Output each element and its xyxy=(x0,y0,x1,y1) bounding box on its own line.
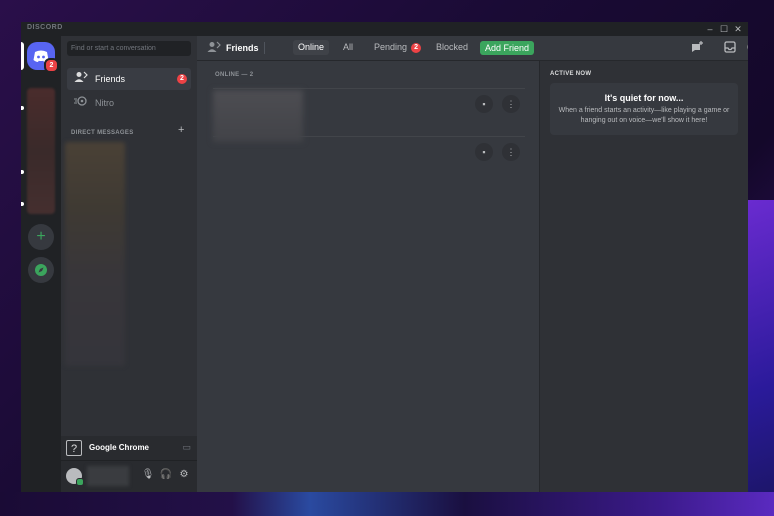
discord-window: DISCORD – ☐ ✕ 2 + Find or start a conver… xyxy=(21,22,748,492)
server-rail: 2 + xyxy=(21,36,61,492)
more-options-icon[interactable]: ⋮ xyxy=(502,143,520,161)
page-title: Friends xyxy=(226,43,259,53)
active-now-header: ACTIVE NOW xyxy=(550,71,592,77)
online-count-header: ONLINE — 2 xyxy=(215,72,254,78)
search-input[interactable]: Find or start a conversation xyxy=(67,41,191,56)
divider xyxy=(264,42,265,54)
add-server-button[interactable]: + xyxy=(28,224,54,250)
active-now-description: When a friend starts an activity—like pl… xyxy=(558,107,730,124)
message-icon[interactable]: ▪ xyxy=(475,95,493,113)
home-notification-badge: 2 xyxy=(44,58,59,73)
message-icon[interactable]: ▪ xyxy=(475,143,493,161)
sidebar-item-label: Nitro xyxy=(95,98,115,108)
plus-icon: + xyxy=(178,124,185,136)
unknown-game-icon: ? xyxy=(66,440,82,456)
tab-blocked[interactable]: Blocked xyxy=(431,40,473,55)
add-friend-button[interactable]: Add Friend xyxy=(480,41,535,55)
friends-toolbar: Friends Online All Pending 2 Blocked Add … xyxy=(197,36,748,61)
tab-label: Pending xyxy=(374,42,408,52)
username-blurred xyxy=(87,466,129,486)
inbox-icon[interactable] xyxy=(723,41,737,56)
active-now-title: It's quiet for now... xyxy=(604,93,684,103)
explore-servers-button[interactable] xyxy=(28,257,54,283)
close-button[interactable]: ✕ xyxy=(732,23,744,35)
desktop-wallpaper-accent xyxy=(748,200,774,516)
main-content: Friends Online All Pending 2 Blocked Add … xyxy=(197,36,748,492)
selected-indicator xyxy=(21,42,24,70)
nitro-icon xyxy=(73,92,89,114)
activity-name: Google Chrome xyxy=(89,443,150,452)
tab-pending[interactable]: Pending 2 xyxy=(369,40,426,55)
maximize-button[interactable]: ☐ xyxy=(718,23,730,35)
minimize-button[interactable]: – xyxy=(704,23,716,35)
unread-indicator xyxy=(21,202,24,206)
create-dm-button[interactable]: + xyxy=(178,124,184,136)
desktop-wallpaper-bottom xyxy=(0,492,774,516)
unread-indicator xyxy=(21,106,24,110)
headphones-icon[interactable]: 🎧 xyxy=(159,469,173,480)
friend-avatars-blurred xyxy=(213,90,303,142)
friends-icon xyxy=(207,41,221,56)
dm-sidebar: Find or start a conversation Friends 2 N… xyxy=(61,36,197,492)
dm-list-blurred[interactable] xyxy=(65,142,125,366)
server-icons-blurred[interactable] xyxy=(27,88,55,214)
active-now-panel: ACTIVE NOW It's quiet for now... When a … xyxy=(540,61,748,492)
pending-badge: 2 xyxy=(411,43,422,53)
plus-icon: + xyxy=(36,228,46,245)
gear-icon[interactable]: ⚙ xyxy=(177,469,191,480)
tab-online[interactable]: Online xyxy=(293,40,330,55)
activity-panel: ? Google Chrome ▭ xyxy=(61,436,197,461)
new-group-dm-icon[interactable] xyxy=(690,41,704,56)
screen-share-icon[interactable]: ▭ xyxy=(182,442,191,453)
user-panel: 🎙 🎧 ⚙ xyxy=(61,461,197,492)
sidebar-item-label: Friends xyxy=(95,74,126,84)
friends-icon xyxy=(73,68,89,90)
home-button[interactable]: 2 xyxy=(27,42,59,73)
help-icon[interactable]: ? xyxy=(746,41,748,56)
online-status-dot xyxy=(76,478,84,486)
app-name: DISCORD xyxy=(27,24,63,31)
microphone-icon[interactable]: 🎙 xyxy=(141,469,155,480)
friends-badge: 2 xyxy=(177,74,187,84)
more-options-icon[interactable]: ⋮ xyxy=(502,95,520,113)
avatar[interactable] xyxy=(66,468,84,486)
title-bar: DISCORD – ☐ ✕ xyxy=(21,22,748,36)
direct-messages-header: DIRECT MESSAGES xyxy=(71,130,134,136)
unread-indicator xyxy=(21,170,24,174)
sidebar-item-friends[interactable]: Friends 2 xyxy=(67,68,191,90)
sidebar-item-nitro[interactable]: Nitro xyxy=(67,92,191,114)
tab-all[interactable]: All xyxy=(338,40,358,55)
compass-icon xyxy=(35,264,47,276)
active-now-card: It's quiet for now... When a friend star… xyxy=(550,83,738,135)
